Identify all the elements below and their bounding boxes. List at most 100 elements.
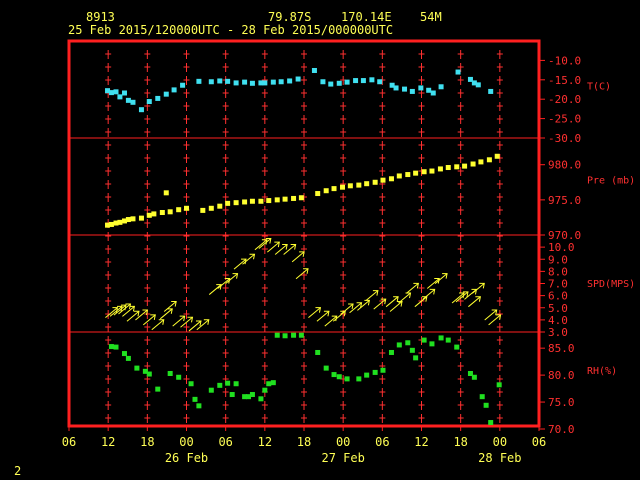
wind-arrow-shaft (385, 296, 399, 308)
temp-point (353, 78, 359, 84)
temp-point (225, 78, 231, 84)
rh-point (421, 337, 427, 343)
temp-point (336, 80, 342, 86)
wind-arrow (471, 282, 485, 294)
temp-y-tick-label: -10.0 (548, 54, 581, 67)
wind-arrow (422, 288, 436, 300)
temp-point (138, 107, 144, 113)
pressure-point (184, 205, 189, 211)
temp-point (125, 97, 131, 103)
pressure-point (421, 169, 427, 175)
pressure-point (364, 181, 370, 187)
rh-y-tick-label: 85.0 (548, 342, 575, 355)
pressure-point (291, 195, 297, 201)
pressure-y-tick-label: 975.0 (548, 194, 581, 207)
wind-y-tick-label: 7.0 (548, 278, 568, 291)
temp-point (409, 88, 415, 94)
pressure-point (347, 183, 353, 189)
rh-point (405, 340, 411, 346)
temp-point (377, 79, 383, 85)
pressure-point (331, 186, 337, 192)
rh-point (409, 347, 415, 353)
rh-point (496, 382, 502, 388)
pressure-y-tick-label: 970.0 (548, 229, 581, 242)
rh-point (266, 381, 272, 387)
wind-arrow (308, 307, 322, 318)
meteogram-chart: 06 12 18 00 06 12 18 00 06 12 18 00 06 26 Feb 27 Feb 28… (62, 39, 635, 465)
temp-point (130, 99, 136, 105)
wind-arrow (266, 241, 280, 253)
temp-point (262, 80, 268, 86)
temp-point (155, 95, 161, 101)
wind-arrow-shaft (451, 292, 465, 304)
rh-point (176, 374, 182, 380)
rh-point (229, 392, 235, 398)
wind-arrow-shaft (324, 315, 338, 327)
temp-point (418, 85, 424, 91)
pressure-point (437, 166, 443, 172)
pressure-point (356, 182, 362, 188)
rh-point (388, 349, 394, 355)
wind-y-tick-label: 3.0 (548, 326, 568, 339)
rh-point (336, 374, 342, 380)
wind-arrow (488, 314, 502, 326)
wind-arrow-shaft (414, 296, 428, 308)
wind-arrow-shaft (295, 268, 309, 280)
temp-point (488, 88, 494, 94)
temp-point (233, 80, 239, 86)
wind-arrow-shaft (316, 310, 330, 322)
temp-point (117, 94, 123, 100)
rh-point (262, 387, 268, 393)
temp-point (108, 90, 114, 96)
rh-point (125, 355, 131, 361)
rh-point (445, 337, 451, 343)
rh-point (291, 332, 297, 338)
pressure-y-tick-label: 980.0 (548, 159, 581, 172)
wind-arrow (105, 307, 119, 318)
rh-point (413, 355, 419, 361)
rh-point (121, 351, 127, 357)
pressure-point (396, 173, 402, 179)
pressure-point (315, 191, 321, 197)
wind-arrow-shaft (208, 284, 222, 295)
temp-point (146, 99, 152, 105)
rh-point (192, 396, 198, 402)
temp-point (360, 78, 366, 84)
pressure-point (323, 188, 329, 194)
rh-point (167, 370, 173, 376)
rh-point (315, 349, 321, 355)
pressure-point (282, 196, 288, 202)
pressure-point (217, 203, 223, 209)
pressure-point (151, 211, 157, 217)
wind-arrow (484, 309, 498, 321)
wind-arrow-shaft (488, 314, 501, 326)
temp-point (328, 81, 334, 87)
pressure-point (266, 198, 272, 204)
pressure-point (167, 209, 173, 215)
temp-y-tick-label: -25.0 (548, 113, 581, 126)
x-tick-label: 00 (336, 435, 350, 449)
rh-series-label: RH(%) (587, 366, 617, 377)
wind-arrow (295, 268, 309, 280)
pressure-point (445, 165, 451, 171)
pressure-point (413, 170, 419, 176)
rh-y-tick-label: 75.0 (548, 396, 575, 409)
rh-point (258, 396, 264, 402)
pressure-point (486, 157, 492, 163)
pressure-point (429, 168, 435, 174)
rh-point (364, 372, 370, 378)
pressure-point (340, 184, 346, 190)
x-tick-label: 00 (493, 435, 507, 449)
temp-series-label: T(C) (587, 82, 611, 93)
rh-point (356, 376, 362, 382)
rh-point (249, 392, 255, 398)
wind-arrow (188, 320, 202, 332)
pressure-point (233, 200, 239, 206)
pressure-point (130, 216, 136, 222)
wind-arrow-shaft (468, 296, 481, 308)
temp-point (121, 90, 127, 96)
temp-point (270, 79, 276, 85)
rh-point (331, 372, 337, 378)
wind-arrow-shaft (266, 241, 280, 253)
rh-point (155, 386, 161, 392)
